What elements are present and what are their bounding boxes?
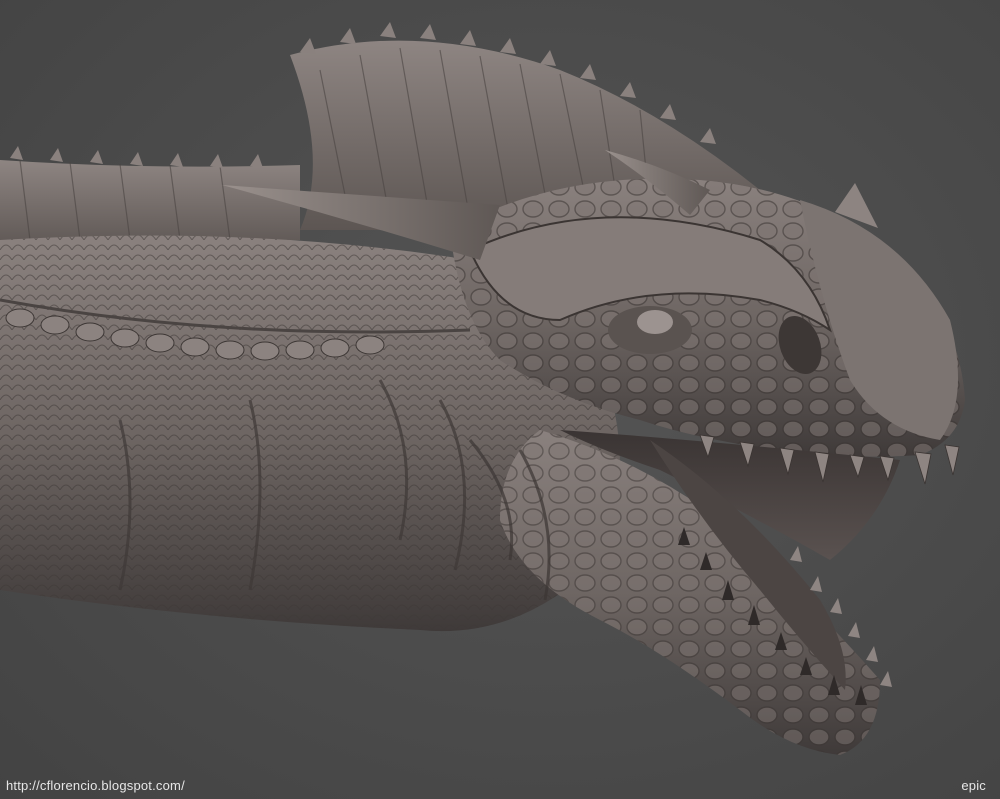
image-canvas: http://cflorencio.blogspot.com/ epic: [0, 0, 1000, 799]
dragon-sculpt-render: [0, 22, 965, 755]
eye: [637, 310, 673, 334]
caption-tag: epic: [961, 778, 986, 793]
credit-url: http://cflorencio.blogspot.com/: [6, 778, 185, 793]
